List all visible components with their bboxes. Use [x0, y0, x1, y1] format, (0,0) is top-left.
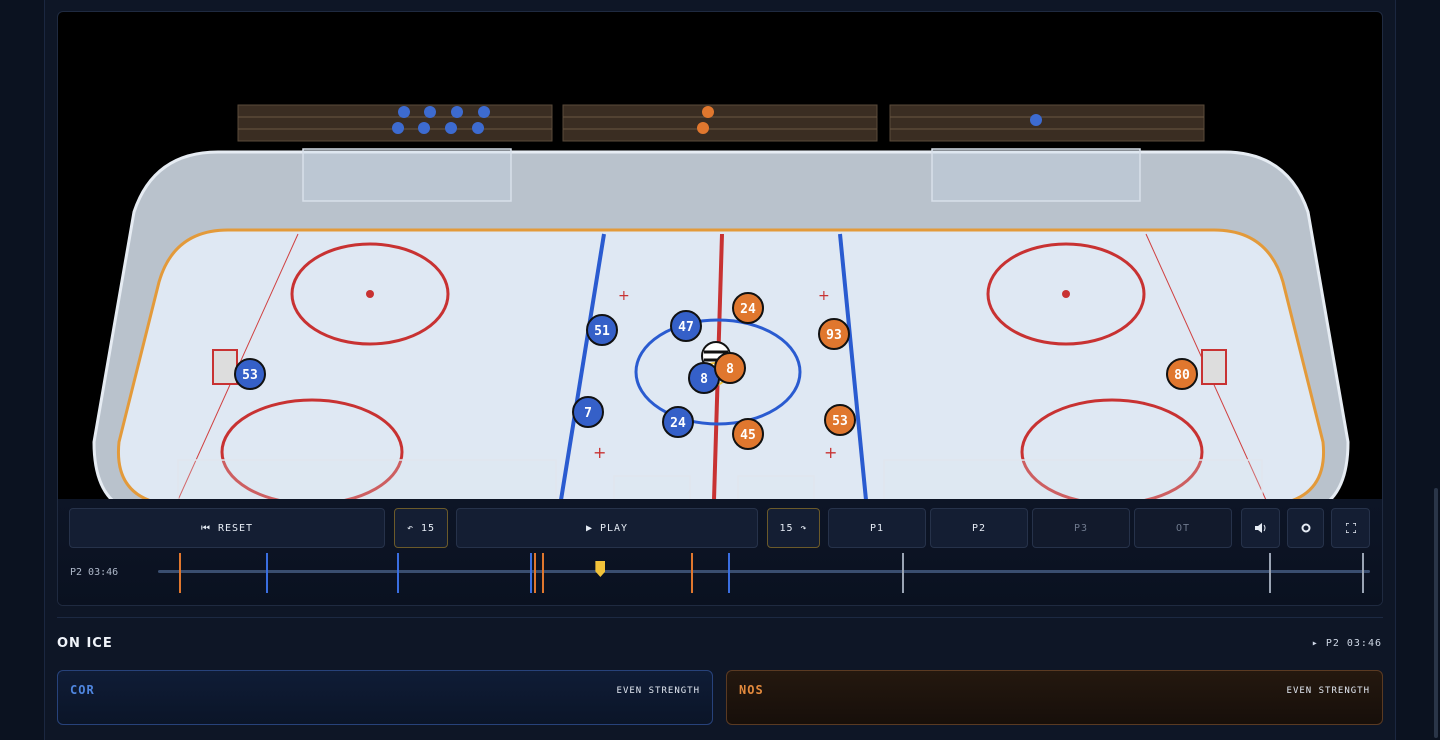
forward-15-button[interactable]: 15 ↷: [767, 508, 820, 548]
volume-button[interactable]: [1241, 508, 1280, 548]
period-p1-button[interactable]: P1: [828, 508, 926, 548]
section-divider: [57, 617, 1383, 618]
player-number: 93: [826, 328, 842, 343]
svg-text:+: +: [618, 288, 630, 304]
rink-scene: + + + + 53 51 47 7 24 8 24 93 45 53 80 8: [92, 104, 1350, 512]
player-cor-47: 47: [670, 310, 702, 342]
player-nos-53: 53: [824, 404, 856, 436]
timeline-event-marker[interactable]: [902, 553, 905, 593]
player-nos-93: 93: [818, 318, 850, 350]
play-button[interactable]: ▶ PLAY: [456, 508, 758, 548]
timeline-event-marker[interactable]: [1269, 553, 1272, 593]
player-number: 7: [584, 406, 592, 421]
speaker-icon: [1254, 523, 1265, 533]
game-viewer: + + + + 53 51 47 7 24 8 24 93 45 53 80 8 ⏮ RESET ↶ …: [57, 11, 1383, 606]
timeline-event-marker[interactable]: [542, 553, 545, 593]
period-ot-button[interactable]: OT: [1134, 508, 1232, 548]
timeline-time: P2 03:46: [70, 567, 119, 578]
timeline-event-marker[interactable]: [691, 553, 694, 593]
player-number: 47: [678, 320, 694, 335]
player-cor-24: 24: [662, 406, 694, 438]
timeline-event-marker[interactable]: [533, 553, 536, 593]
player-number: 80: [1174, 368, 1190, 383]
player-nos-24: 24: [732, 292, 764, 324]
home-team-abbr: COR: [70, 683, 95, 697]
reset-button[interactable]: ⏮ RESET: [69, 508, 385, 548]
on-ice-clock: ▸ P2 03:46: [1311, 638, 1382, 649]
player-number: 53: [242, 368, 258, 383]
player-cor-51: 51: [586, 314, 618, 346]
fullscreen-icon: [1345, 523, 1356, 533]
gear-icon: [1301, 523, 1310, 533]
player-number: 24: [740, 302, 756, 317]
timeline-event-marker[interactable]: [396, 553, 399, 593]
playback-controls: ⏮ RESET ↶ 15 ▶ PLAY 15 ↷ P1 P2 P3 OT P2 …: [58, 499, 1382, 605]
timeline-event-marker[interactable]: [1361, 553, 1364, 593]
page-scrollbar[interactable]: [1434, 488, 1438, 738]
period-p2-button[interactable]: P2: [930, 508, 1028, 548]
home-team-strength: EVEN STRENGTH: [616, 686, 700, 696]
player-number: 24: [670, 416, 686, 431]
svg-text:+: +: [824, 443, 837, 462]
home-team-card: COR EVEN STRENGTH: [57, 670, 713, 725]
player-cor-53: 53: [234, 358, 266, 390]
svg-text:+: +: [818, 288, 830, 304]
timeline-scrubber-handle[interactable]: [595, 561, 606, 577]
away-team-strength: EVEN STRENGTH: [1286, 686, 1370, 696]
away-team-card: NOS EVEN STRENGTH: [726, 670, 1383, 725]
timeline-event-marker[interactable]: [178, 553, 181, 593]
period-p3-button[interactable]: P3: [1032, 508, 1130, 548]
away-team-abbr: NOS: [739, 683, 764, 697]
timeline-event-marker[interactable]: [265, 553, 268, 593]
stands: [237, 104, 1205, 142]
player-number: 51: [594, 324, 610, 339]
player-number: 8: [700, 372, 708, 387]
timeline-event-marker[interactable]: [530, 553, 533, 593]
player-nos-80: 80: [1166, 358, 1198, 390]
player-cor-7: 7: [572, 396, 604, 428]
player-nos-8: 8: [714, 352, 746, 384]
svg-text:+: +: [593, 443, 606, 462]
player-number: 8: [726, 362, 734, 377]
on-ice-title: ON ICE: [57, 636, 113, 651]
timeline-event-marker[interactable]: [727, 553, 730, 593]
player-number: 53: [832, 414, 848, 429]
fullscreen-button[interactable]: [1331, 508, 1370, 548]
player-number: 45: [740, 428, 756, 443]
rewind-15-button[interactable]: ↶ 15: [394, 508, 448, 548]
settings-button[interactable]: [1287, 508, 1324, 548]
player-nos-45: 45: [732, 418, 764, 450]
timeline-track[interactable]: [158, 570, 1370, 573]
